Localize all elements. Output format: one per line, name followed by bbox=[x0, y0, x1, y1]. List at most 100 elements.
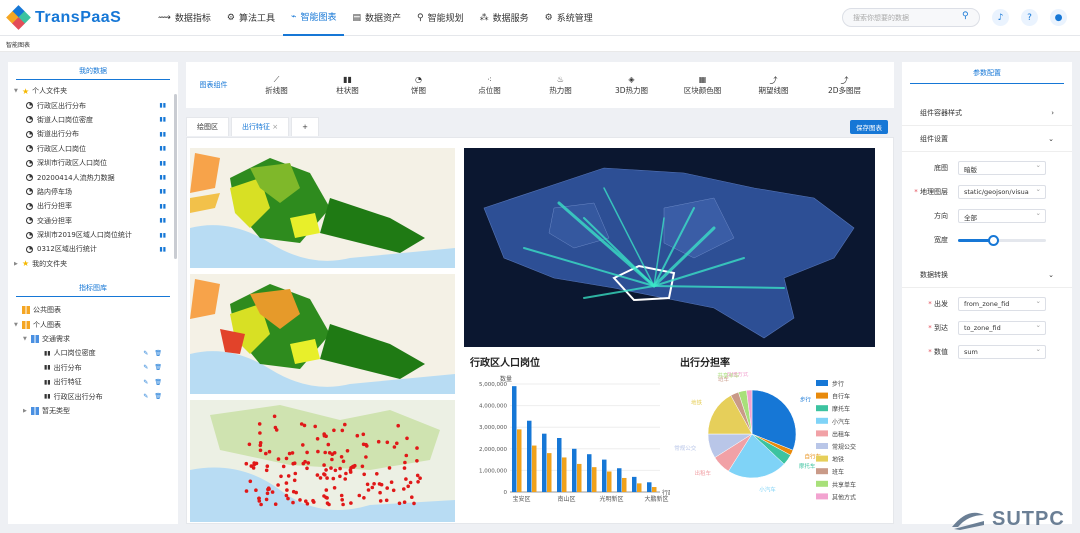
user-icon[interactable]: ● bbox=[1050, 9, 1067, 26]
slider-knob[interactable] bbox=[988, 234, 1000, 246]
nav-item-algorithms[interactable]: ⚙ 算法工具 bbox=[219, 0, 283, 36]
map-point bbox=[378, 499, 383, 503]
edit-delete-icons[interactable]: ✎🗑 bbox=[143, 350, 168, 357]
map-point bbox=[322, 472, 326, 476]
pie-chart-card[interactable]: 出行分担率 步行 自行车 摩托车 小汽车 出租车 常规公交 地铁 班车 共享单车 其他方式 步行 自行… bbox=[674, 351, 875, 522]
chart-item[interactable]: ▮▮ 出行分布 ✎🗑 bbox=[14, 361, 178, 375]
nav-item-system[interactable]: ⚙ 系统管理 bbox=[537, 0, 601, 36]
data-item[interactable]: 深圳市2019区域人口岗位统计 ▮▮ bbox=[14, 228, 178, 242]
pie-chart-icon bbox=[26, 159, 33, 167]
data-convert-section[interactable]: 数据转换 ⌄ bbox=[902, 262, 1072, 288]
add-tab-button[interactable]: + bbox=[291, 117, 319, 136]
bell-icon[interactable]: ♪ bbox=[992, 9, 1009, 26]
nav-item-planning[interactable]: ⚲ 智能规划 bbox=[409, 0, 472, 36]
map-point bbox=[332, 486, 337, 490]
nav-item-data-service[interactable]: ⁂ 数据服务 bbox=[472, 0, 537, 36]
chart-item[interactable]: ▮▮ 人口岗位密度 ✎🗑 bbox=[14, 346, 178, 360]
data-item[interactable]: 街道出行分布 ▮▮ bbox=[14, 127, 178, 141]
search-icon[interactable]: ⚲ bbox=[962, 11, 969, 21]
data-item[interactable]: 路内停车场 ▮▮ bbox=[14, 185, 178, 199]
chart-icon: ⌁ bbox=[291, 11, 297, 22]
toolbar-item[interactable]: ♨ 热力图 bbox=[525, 75, 596, 96]
od-flow-map[interactable] bbox=[464, 148, 875, 347]
map-point bbox=[267, 449, 272, 454]
toolbar-item[interactable]: ▮▮ 柱状图 bbox=[312, 75, 383, 96]
settings-section[interactable]: 组件设置 ⌄ bbox=[902, 126, 1072, 152]
map-point bbox=[385, 486, 389, 490]
bar-chart-icon[interactable]: ▮▮ bbox=[159, 102, 166, 109]
tab-trip-features[interactable]: 出行特征 × bbox=[231, 117, 290, 136]
toolbar-item[interactable]: ⟋ 折线图 bbox=[241, 75, 312, 96]
pie-chart: 步行自行车摩托车小汽车出租车常规公交地铁班车共享单车其他方式步行自行车摩托车小汽… bbox=[674, 370, 856, 501]
setting-select[interactable]: 全部 bbox=[958, 209, 1046, 223]
data-item[interactable]: 交通分担率 ▮▮ bbox=[14, 214, 178, 228]
edit-delete-icons[interactable]: ✎🗑 bbox=[143, 393, 168, 400]
folder-traffic[interactable]: ▼ 交通需求 bbox=[14, 332, 178, 346]
bar-chart-icon[interactable]: ▮▮ bbox=[159, 131, 166, 138]
folder-my-files[interactable]: ▶ ★ 我的文件夹 bbox=[14, 257, 178, 271]
map-point bbox=[322, 433, 327, 438]
data-item[interactable]: 深圳市行政区人口岗位 ▮▮ bbox=[14, 156, 178, 170]
help-icon[interactable]: ? bbox=[1021, 9, 1038, 26]
bar-chart-icon[interactable]: ▮▮ bbox=[159, 217, 166, 224]
data-item[interactable]: 出行分担率 ▮▮ bbox=[14, 199, 178, 213]
bar-chart-icon[interactable]: ▮▮ bbox=[159, 160, 166, 167]
search-input[interactable]: 搜索你想要的数据 bbox=[842, 8, 980, 27]
map-point bbox=[258, 431, 262, 435]
map-point bbox=[355, 433, 360, 438]
toolbar-item[interactable]: ◈ 3D热力图 bbox=[596, 75, 667, 96]
tab-draw-area[interactable]: 绘图区 bbox=[186, 117, 229, 136]
bar-chart-icon[interactable]: ▮▮ bbox=[159, 116, 166, 123]
bar-chart-icon[interactable]: ▮▮ bbox=[159, 145, 166, 152]
data-item[interactable]: 20200414人流热力数据 ▮▮ bbox=[14, 170, 178, 184]
map-point bbox=[397, 501, 402, 506]
width-slider[interactable] bbox=[958, 234, 1046, 246]
folder-public[interactable]: 公共图表 bbox=[14, 303, 178, 317]
map-point bbox=[357, 493, 362, 498]
bar-chart-icon[interactable]: ▮▮ bbox=[159, 232, 166, 239]
app-logo[interactable]: TransPaaS bbox=[6, 4, 150, 30]
setting-select[interactable]: static/geojson/visua bbox=[958, 185, 1046, 199]
data-item[interactable]: 0312区域出行统计 ▮▮ bbox=[14, 242, 178, 256]
close-icon[interactable]: × bbox=[272, 123, 278, 131]
data-item[interactable]: 行政区人口岗位 ▮▮ bbox=[14, 142, 178, 156]
chart-type-icon: ▮▮ bbox=[343, 74, 352, 84]
toolbar-item[interactable]: ◔ 饼图 bbox=[383, 75, 454, 96]
map-point bbox=[258, 448, 263, 453]
edit-delete-icons[interactable]: ✎🗑 bbox=[143, 364, 168, 371]
folder-personal[interactable]: ▼ ★ 个人文件夹 bbox=[14, 84, 178, 98]
map-point bbox=[301, 443, 305, 447]
choropleth-map-1[interactable] bbox=[190, 148, 455, 268]
edit-delete-icons[interactable]: ✎🗑 bbox=[143, 379, 168, 386]
save-chart-button[interactable]: 保存图表 bbox=[850, 120, 888, 134]
map-point bbox=[343, 477, 347, 481]
folder-none[interactable]: ▶ 暂无类型 bbox=[14, 404, 178, 418]
map-point bbox=[349, 501, 353, 505]
setting-select[interactable]: 暗版 bbox=[958, 161, 1046, 175]
nav-item-smart-charts[interactable]: ⌁ 智能图表 bbox=[283, 0, 345, 36]
bar-chart-icon[interactable]: ▮▮ bbox=[159, 188, 166, 195]
chart-item[interactable]: ▮▮ 出行特征 ✎🗑 bbox=[14, 375, 178, 389]
toolbar-item[interactable]: ⤴ 期望线图 bbox=[738, 75, 809, 96]
choropleth-map-2[interactable] bbox=[190, 274, 455, 394]
chart-type-icon: ◈ bbox=[628, 74, 635, 84]
bar-chart-card[interactable]: 行政区人口岗位 5,000,000 4,000,000 3,000,000 2,000… bbox=[464, 351, 670, 522]
bar-chart-icon[interactable]: ▮▮ bbox=[159, 174, 166, 181]
convert-select[interactable]: from_zone_fid bbox=[958, 297, 1046, 311]
data-item[interactable]: 街道人口岗位密度 ▮▮ bbox=[14, 113, 178, 127]
convert-select[interactable]: sum bbox=[958, 345, 1046, 359]
point-map[interactable] bbox=[190, 400, 455, 522]
nav-item-data-assets[interactable]: ▤ 数据资产 bbox=[344, 0, 409, 36]
data-item[interactable]: 行政区出行分布 ▮▮ bbox=[14, 98, 178, 112]
folder-personal-charts[interactable]: ▼ 个人图表 bbox=[14, 317, 178, 331]
chart-item[interactable]: ▮▮ 行政区出行分布 ✎🗑 bbox=[14, 389, 178, 403]
nav-item-metrics[interactable]: ⟿ 数据指标 bbox=[150, 0, 219, 36]
bar-chart-icon[interactable]: ▮▮ bbox=[159, 246, 166, 253]
toolbar-item[interactable]: ⤴ 2D多图层 bbox=[809, 75, 880, 96]
pie-chart-icon bbox=[26, 217, 33, 225]
container-style-section[interactable]: 组件容器样式 › bbox=[902, 100, 1072, 126]
toolbar-item[interactable]: ⁖ 点位图 bbox=[454, 75, 525, 96]
bar-chart-icon[interactable]: ▮▮ bbox=[159, 203, 166, 210]
convert-select[interactable]: to_zone_fid bbox=[958, 321, 1046, 335]
toolbar-item[interactable]: ▦ 区块颜色图 bbox=[667, 75, 738, 96]
